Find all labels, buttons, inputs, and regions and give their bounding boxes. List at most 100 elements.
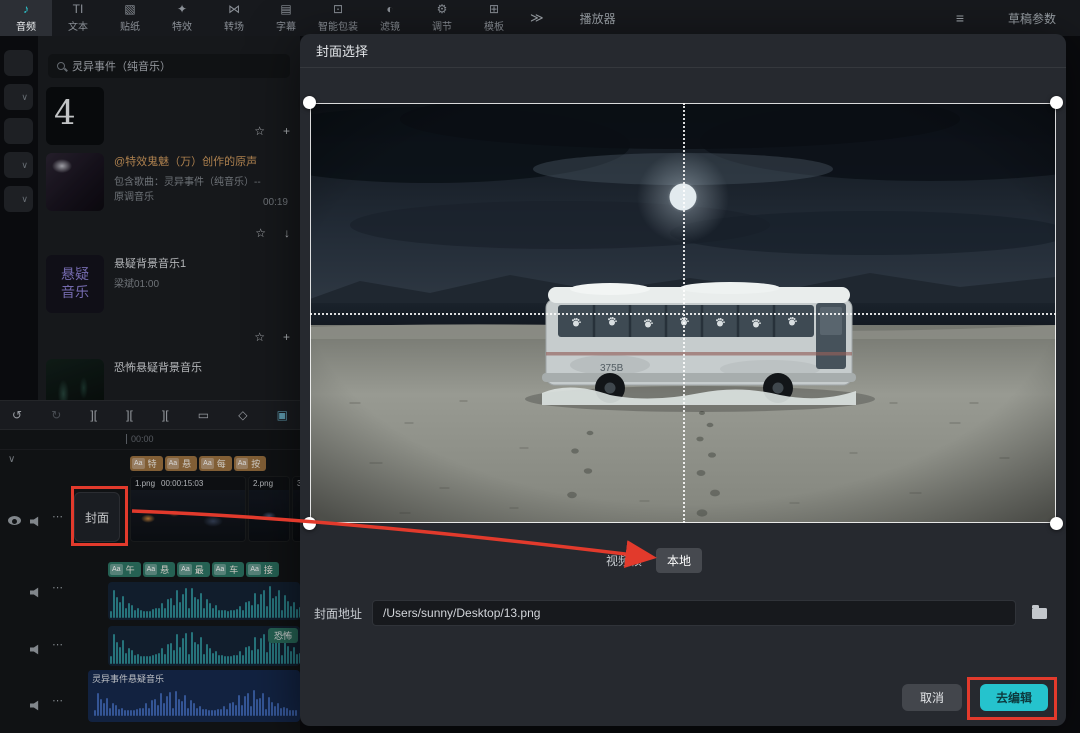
- template-icon: ⊞: [489, 3, 499, 16]
- music-search-bar[interactable]: [48, 54, 290, 78]
- sticker-icon: ▧: [124, 3, 135, 16]
- crop-handle-top-right[interactable]: [1050, 96, 1063, 109]
- text-clip[interactable]: Aa悬: [143, 562, 176, 577]
- add-icon[interactable]: +: [283, 330, 290, 344]
- mute-track-icon[interactable]: [30, 644, 42, 655]
- tab-video-frame[interactable]: 视频帧: [606, 552, 642, 569]
- mute-track-icon[interactable]: [30, 516, 42, 527]
- favorite-icon[interactable]: ☆: [254, 330, 265, 344]
- track-more-icon[interactable]: ⋯: [52, 583, 63, 594]
- music-audio-track[interactable]: 灵异事件悬疑音乐: [88, 670, 300, 722]
- layer-icon[interactable]: ▣: [277, 408, 288, 422]
- add-icon[interactable]: +: [283, 124, 290, 138]
- track-more-icon[interactable]: ⋯: [52, 640, 63, 651]
- rail-item[interactable]: ∨: [4, 152, 33, 178]
- clip-label: 3.p: [293, 477, 300, 490]
- text-clip[interactable]: Aa车: [212, 562, 245, 577]
- mute-track-icon[interactable]: [30, 587, 42, 598]
- text-clip[interactable]: Aa特: [130, 456, 163, 471]
- tab-effects-label: 特效: [172, 18, 192, 33]
- favorite-icon[interactable]: ☆: [254, 124, 265, 138]
- music-list-item[interactable]: 悬疑音乐 悬疑背景音乐1 梁斌01:00 ☆ +: [38, 248, 300, 352]
- text-clip[interactable]: Aa接: [246, 562, 279, 577]
- tab-text[interactable]: TI 文本: [52, 0, 104, 36]
- music-thumbnail: [46, 153, 104, 211]
- music-list-item[interactable]: 4 ☆ +: [38, 80, 300, 146]
- download-icon[interactable]: ↓: [284, 226, 290, 240]
- rail-item[interactable]: ∨: [4, 84, 33, 110]
- rail-item[interactable]: [4, 50, 33, 76]
- tab-filter[interactable]: ◐ 滤镜: [364, 0, 416, 36]
- tab-captions[interactable]: ▤ 字幕: [260, 0, 312, 36]
- music-list-item[interactable]: @特效鬼魅（万）创作的原声 包含歌曲：灵异事件（纯音乐）--原调音乐 00:19…: [38, 146, 300, 248]
- player-panel-title: 播放器: [580, 0, 616, 36]
- video-clip[interactable]: 1.png00:00:15:03: [130, 476, 246, 542]
- transition-icon: ⋈: [228, 3, 240, 16]
- tab-template[interactable]: ⊞ 模板: [468, 0, 520, 36]
- toggle-visibility-icon[interactable]: [8, 516, 21, 525]
- rail-item[interactable]: [4, 118, 33, 144]
- undo-icon[interactable]: ↺: [12, 408, 22, 422]
- text-clip[interactable]: Aa悬: [165, 456, 198, 471]
- tab-adjust[interactable]: ⚙ 调节: [416, 0, 468, 36]
- adjust-icon: ⚙: [437, 3, 448, 16]
- split-icon[interactable]: ][: [90, 408, 97, 422]
- mute-track-icon[interactable]: [30, 700, 42, 711]
- search-input[interactable]: [72, 60, 281, 72]
- tab-smart-package[interactable]: ⊡ 智能包装: [312, 0, 364, 36]
- rail-item[interactable]: ∨: [4, 186, 33, 212]
- draft-params-button[interactable]: 草稿参数: [1008, 10, 1056, 27]
- favorite-icon[interactable]: ☆: [255, 226, 266, 240]
- text-track-1: Aa特 Aa悬 Aa每 Aa按: [130, 456, 300, 471]
- text-clip[interactable]: Aa按: [234, 456, 267, 471]
- tab-audio[interactable]: ♪ 音频: [0, 0, 52, 36]
- trim-left-icon[interactable]: ][: [126, 408, 133, 422]
- go-edit-button[interactable]: 去编辑: [980, 684, 1048, 711]
- collapse-track-icon[interactable]: ∨: [8, 454, 15, 465]
- tab-effects[interactable]: ✦ 特效: [156, 0, 208, 36]
- music-item-actions: ☆ +: [254, 124, 290, 138]
- text-style-icon: Aa: [236, 458, 249, 469]
- text-clip[interactable]: Aa午: [108, 562, 141, 577]
- music-waveform: [92, 686, 296, 718]
- cover-crop-area[interactable]: 375B: [310, 103, 1056, 523]
- audio-track[interactable]: [108, 582, 300, 620]
- browse-folder-button[interactable]: [1026, 601, 1052, 625]
- cover-address-row: 封面地址: [300, 600, 1066, 626]
- tab-local[interactable]: 本地: [656, 548, 702, 573]
- text-clip-horror[interactable]: 恐怖: [268, 628, 298, 643]
- cover-address-input[interactable]: [372, 600, 1016, 626]
- video-clip[interactable]: 2.png: [248, 476, 290, 542]
- tab-captions-label: 字幕: [276, 18, 296, 33]
- video-clip[interactable]: 3.p: [292, 476, 300, 542]
- chevrons-right-icon: ≫: [530, 10, 544, 26]
- cover-button[interactable]: 封面: [74, 492, 120, 542]
- dialog-title: 封面选择: [300, 34, 1066, 68]
- track-more-icon[interactable]: ⋯: [52, 696, 63, 707]
- select-box-icon[interactable]: ▭: [198, 408, 209, 422]
- text-clip[interactable]: Aa每: [199, 456, 232, 471]
- track-more-icon[interactable]: ⋯: [52, 512, 63, 523]
- tab-sticker[interactable]: ▧ 贴纸: [104, 0, 156, 36]
- redo-icon[interactable]: ↻: [51, 408, 61, 422]
- timeline-ruler[interactable]: 00:00: [0, 430, 300, 450]
- tab-sticker-label: 贴纸: [120, 18, 140, 33]
- text-clip[interactable]: Aa最: [177, 562, 210, 577]
- crop-handle-bottom-right[interactable]: [1050, 517, 1063, 530]
- text-style-icon: Aa: [201, 458, 214, 469]
- tab-transition-label: 转场: [224, 18, 244, 33]
- menu-icon[interactable]: ≡: [956, 10, 964, 26]
- music-thumbnail: 悬疑音乐: [46, 255, 104, 313]
- thumbnail-text: 悬疑音乐: [58, 266, 92, 302]
- cover-selection-dialog: 封面选择: [300, 34, 1066, 726]
- effects-icon: ✦: [177, 3, 187, 16]
- trim-right-icon[interactable]: ][: [162, 408, 169, 422]
- dialog-footer: 取消 去编辑: [902, 684, 1048, 711]
- crop-handle-bottom-left[interactable]: [303, 517, 316, 530]
- crop-handle-top-left[interactable]: [303, 96, 316, 109]
- more-tools-button[interactable]: ≫: [520, 0, 554, 36]
- tab-transition[interactable]: ⋈ 转场: [208, 0, 260, 36]
- mask-icon[interactable]: ◇: [238, 408, 247, 422]
- cancel-button[interactable]: 取消: [902, 684, 962, 711]
- audio-track[interactable]: 恐怖: [108, 626, 300, 666]
